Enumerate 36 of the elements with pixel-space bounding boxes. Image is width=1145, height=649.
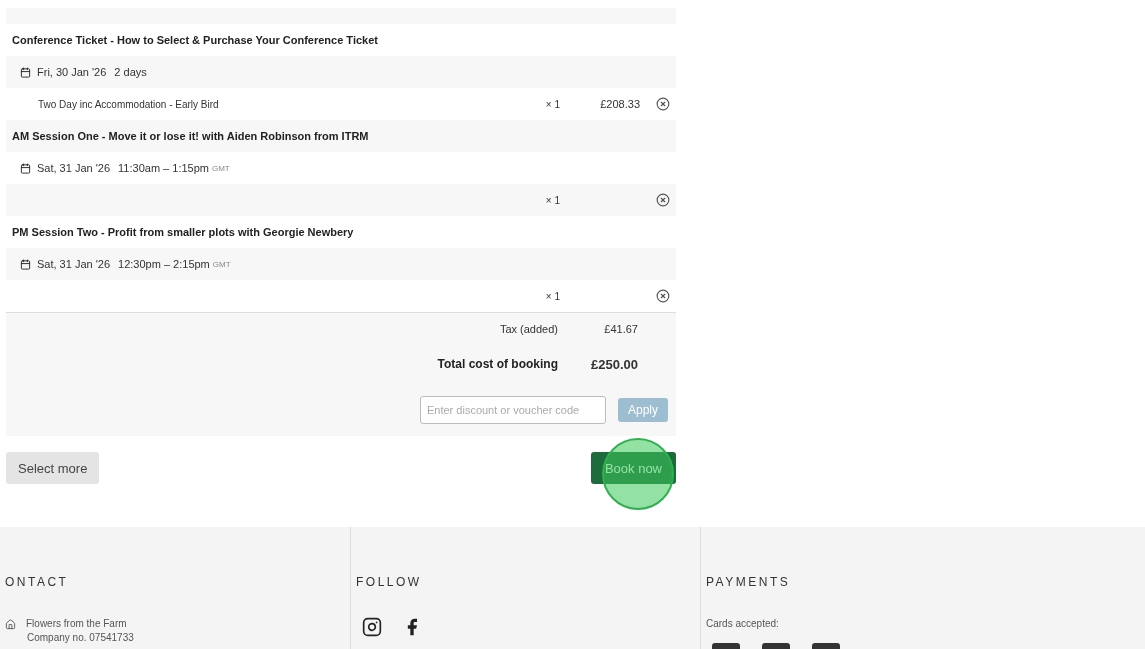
price: £208.33 <box>599 98 640 110</box>
remove-icon[interactable] <box>656 289 670 303</box>
event-time: 2 days <box>114 66 147 78</box>
event-time: 11:30am – 1:15pm <box>118 162 209 174</box>
ticket-name: Two Day inc Accommodation - Early Bird <box>38 98 219 110</box>
event-title: AM Session One - Move it or lose it! with Aiden Robinson from ITRM <box>12 130 369 142</box>
timezone: GMT <box>211 163 230 173</box>
event-time: 12:30pm – 2:15pm <box>118 258 210 270</box>
contact-line: Flowers from the Farm <box>26 617 127 631</box>
footer-heading: ONTACT <box>5 575 70 589</box>
calendar-icon <box>20 162 31 174</box>
footer-heading: FOLLOW <box>356 575 423 589</box>
calendar-icon <box>20 66 31 78</box>
remove-icon[interactable] <box>656 193 670 207</box>
event-date: Sat, 31 Jan '26 <box>37 162 111 174</box>
event-date: Sat, 31 Jan '26 <box>37 258 111 270</box>
select-more-button[interactable]: Select more <box>6 452 100 484</box>
footer-heading: PAYMENTS <box>706 575 792 589</box>
cards-label: Cards accepted: <box>706 617 780 631</box>
total-value: £250.00 <box>590 356 638 372</box>
remove-icon[interactable] <box>656 97 670 111</box>
book-now-button[interactable]: Book now <box>590 452 676 484</box>
tax-label: Tax (added) <box>499 322 558 335</box>
quantity: × 1 <box>544 290 560 302</box>
event-title: Conference Ticket - How to Select & Purchase Your Conference Ticket <box>12 34 378 46</box>
calendar-icon <box>20 258 31 270</box>
contact-line: Company no. 07541733 <box>27 631 134 645</box>
quantity: × 1 <box>544 98 560 110</box>
event-date: Fri, 30 Jan '26 <box>37 66 107 78</box>
event-title: PM Session Two - Profit from smaller plots with Georgie Newbery <box>12 226 354 238</box>
total-label: Total cost of booking <box>437 357 558 371</box>
timezone: GMT <box>212 259 231 269</box>
home-icon <box>5 618 16 630</box>
quantity: × 1 <box>544 194 560 206</box>
instagram-icon[interactable] <box>362 617 382 637</box>
tax-value: £41.67 <box>603 322 638 335</box>
